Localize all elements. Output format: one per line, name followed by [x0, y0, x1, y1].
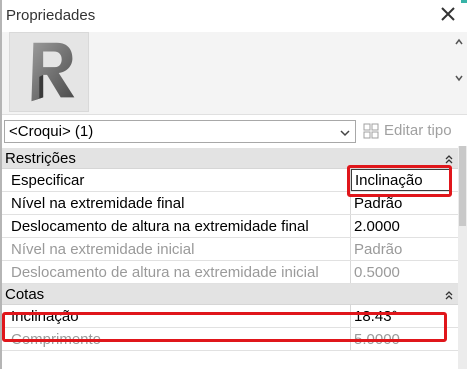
category-header-restricoes[interactable]: Restrições [2, 148, 458, 169]
scrollbar-thumb[interactable] [459, 146, 466, 226]
edit-type-icon [362, 122, 380, 140]
panel-title: Propriedades [6, 7, 96, 24]
property-row-inclinacao[interactable]: Inclinação 18.43° [2, 305, 458, 328]
property-value[interactable]: Padrão [354, 195, 402, 212]
property-value: Inclinação [355, 172, 423, 189]
preview-scroll-down-icon[interactable] [454, 70, 464, 82]
type-selector-dropdown[interactable]: <Croqui> (1) [4, 120, 356, 143]
collapse-icon[interactable] [443, 288, 455, 300]
property-row-deslocamento-final[interactable]: Deslocamento de altura na extremidade fi… [2, 215, 458, 238]
collapse-icon[interactable] [443, 152, 455, 164]
property-name: Nível na extremidade final [11, 195, 185, 212]
column-divider [350, 261, 351, 283]
property-value: 5.0000 [354, 331, 400, 348]
vertical-scrollbar[interactable] [458, 146, 467, 369]
property-value: Padrão [354, 241, 403, 258]
property-row-especificar[interactable]: Especificar Inclinação [2, 169, 458, 192]
category-label: Restrições [5, 150, 76, 167]
column-divider [350, 215, 351, 237]
column-divider [350, 305, 351, 327]
column-divider [350, 192, 351, 214]
close-icon[interactable] [439, 5, 457, 23]
property-name: Deslocamento de altura na extremidade fi… [11, 218, 309, 235]
property-row-deslocamento-inicial: Deslocamento de altura na extremidade in… [2, 261, 458, 284]
property-name: Nível na extremidade inicial [11, 241, 195, 258]
property-value: 0.5000 [354, 264, 400, 281]
column-divider [350, 238, 351, 260]
property-name: Inclinação [11, 308, 79, 325]
property-row-nivel-inicial: Nível na extremidade inicial Padrão [2, 238, 458, 261]
properties-grid: Restrições Especificar Inclinação Nível … [2, 148, 458, 351]
type-preview-area [2, 32, 467, 115]
category-header-cotas[interactable]: Cotas [2, 284, 458, 305]
property-row-nivel-final[interactable]: Nível na extremidade final Padrão [2, 192, 458, 215]
type-selector-value: <Croqui> (1) [9, 123, 94, 140]
edit-type-label: Editar tipo [384, 122, 452, 139]
property-value[interactable]: 2.0000 [354, 218, 400, 235]
property-name: Comprimento [11, 331, 102, 348]
property-value[interactable]: 18.43° [354, 308, 398, 325]
specify-dropdown[interactable]: Inclinação [351, 169, 451, 191]
property-name: Especificar [11, 172, 85, 189]
column-divider [350, 328, 351, 350]
category-label: Cotas [5, 286, 45, 303]
property-name: Deslocamento de altura na extremidade in… [11, 264, 319, 281]
type-selector-row: <Croqui> (1) Editar tipo [2, 117, 467, 145]
preview-scroll-up-icon[interactable] [454, 34, 464, 45]
chevron-down-icon [339, 126, 351, 138]
edit-type-button[interactable]: Editar tipo [362, 120, 462, 142]
property-row-comprimento: Comprimento 5.0000 [2, 328, 458, 351]
panel-title-bar: Propriedades [2, 0, 467, 32]
window-accent-strip [461, 0, 467, 3]
revit-logo-icon [9, 32, 89, 112]
